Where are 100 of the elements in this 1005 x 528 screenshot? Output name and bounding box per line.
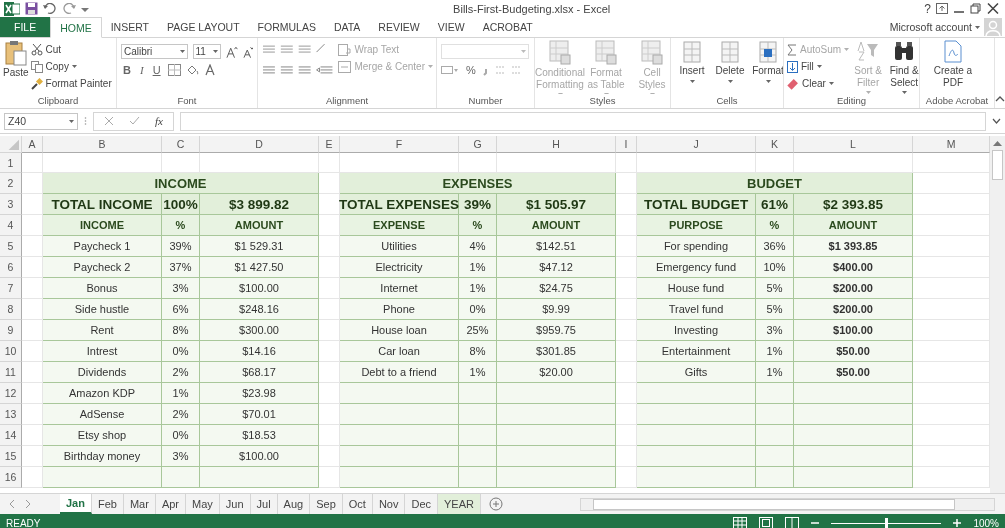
row-header[interactable]: 2 (0, 173, 22, 194)
column-header[interactable]: K (756, 136, 794, 153)
cells-button[interactable]: Insert (674, 40, 710, 77)
row-header[interactable]: 1 (0, 153, 22, 173)
column-header[interactable]: C (162, 136, 200, 153)
caret-icon[interactable] (689, 79, 695, 83)
font-style-button[interactable]: U (150, 64, 163, 76)
currency-icon[interactable] (441, 64, 459, 76)
font-color-icon[interactable] (203, 64, 216, 76)
row-header[interactable]: 16 (0, 467, 22, 488)
row-header[interactable]: 10 (0, 341, 22, 362)
column-header[interactable]: B (43, 136, 162, 153)
caret-icon[interactable] (828, 82, 834, 85)
redo-icon[interactable] (62, 2, 76, 15)
fill-color-icon[interactable] (185, 64, 199, 76)
editing-button[interactable]: Fill (787, 58, 814, 75)
copy-button[interactable]: Copy (30, 58, 69, 75)
ribbon-tab[interactable]: INSERT (101, 17, 158, 37)
caret-icon[interactable] (71, 65, 77, 68)
name-box[interactable]: Z40 (4, 112, 78, 130)
expand-caret-icon[interactable] (992, 118, 1001, 124)
editing-button[interactable]: Clear (787, 75, 826, 92)
scroll-up-icon[interactable] (993, 140, 1002, 146)
shrink-font-icon[interactable] (242, 45, 253, 58)
help-button[interactable]: ? (924, 1, 931, 16)
format-painter-button[interactable]: Format Painter (30, 75, 112, 92)
column-header[interactable]: E (319, 136, 340, 153)
restore-icon[interactable] (970, 3, 982, 14)
zoom-out-icon[interactable] (811, 519, 820, 527)
row-header[interactable]: 12 (0, 383, 22, 404)
cells-button[interactable]: Format (750, 40, 783, 77)
collapse-ribbon-icon[interactable] (995, 96, 1005, 102)
zoom-level[interactable]: 100% (973, 517, 999, 528)
paste-button[interactable]: Paste (3, 40, 29, 79)
save-icon[interactable] (25, 2, 38, 15)
ribbon-tab[interactable]: PAGE LAYOUT (158, 17, 249, 37)
sheet-tab[interactable]: YEAR (438, 494, 481, 514)
undo-icon[interactable] (43, 2, 57, 15)
zoom-in-icon[interactable] (953, 519, 962, 527)
row-header[interactable]: 4 (0, 215, 22, 236)
row-header[interactable]: 15 (0, 446, 22, 467)
account-menu[interactable]: Microsoft account (889, 17, 975, 37)
vertical-scrollbar[interactable] (990, 136, 1005, 493)
close-icon[interactable] (987, 3, 999, 14)
sheet-tab[interactable]: Jan (60, 494, 92, 514)
customize-caret-icon[interactable] (81, 5, 89, 12)
ribbon-tab[interactable]: ACROBAT (473, 17, 542, 37)
row-header[interactable]: 9 (0, 320, 22, 341)
caret-icon[interactable] (816, 65, 822, 68)
cut-button[interactable]: Cut (30, 41, 112, 58)
row-header[interactable]: 14 (0, 425, 22, 446)
column-header[interactable]: H (497, 136, 616, 153)
insert-function-button[interactable]: fx (155, 115, 163, 127)
column-header[interactable]: L (794, 136, 913, 153)
scroll-thumb[interactable] (593, 498, 955, 510)
ribbon-tab[interactable]: REVIEW (369, 17, 429, 37)
enter-check-icon[interactable] (129, 116, 140, 126)
ribbon-display-icon[interactable] (936, 3, 948, 14)
row-header[interactable]: 8 (0, 299, 22, 320)
caret-icon[interactable] (901, 91, 907, 94)
page-break-icon[interactable] (785, 517, 800, 528)
borders-icon[interactable] (167, 64, 181, 76)
font-style-button[interactable]: I (137, 64, 146, 76)
column-header[interactable]: J (637, 136, 756, 153)
scroll-thumb[interactable] (992, 150, 1003, 180)
column-header[interactable]: A (22, 136, 43, 153)
ribbon-tab[interactable]: FORMULAS (248, 17, 325, 37)
row-header[interactable]: 3 (0, 194, 22, 215)
file-tab[interactable]: FILE (0, 17, 51, 37)
editing-button[interactable]: Find & Select (887, 40, 919, 88)
add-sheet-icon[interactable] (489, 497, 503, 511)
create-pdf-button[interactable]: Create a PDF (923, 40, 983, 88)
font-style-button[interactable]: B (121, 64, 133, 76)
row-header[interactable]: 11 (0, 362, 22, 383)
number-format-field[interactable] (441, 44, 529, 59)
normal-view-icon[interactable] (733, 517, 748, 528)
ribbon-tab[interactable]: DATA (324, 17, 370, 37)
caret-icon[interactable] (975, 25, 980, 29)
row-header[interactable]: 6 (0, 257, 22, 278)
column-header[interactable]: G (459, 136, 497, 153)
column-header[interactable]: D (200, 136, 319, 153)
grow-font-icon[interactable] (226, 45, 238, 58)
column-header[interactable]: I (616, 136, 637, 153)
column-header[interactable]: M (913, 136, 990, 153)
cancel-icon[interactable] (104, 116, 114, 126)
font-name-field[interactable]: Calibri (121, 44, 188, 59)
ribbon-tab[interactable]: HOME (50, 17, 102, 38)
row-header[interactable]: 5 (0, 236, 22, 257)
row-header[interactable]: 13 (0, 404, 22, 425)
percent-button[interactable]: % (464, 64, 478, 76)
formula-input[interactable] (179, 111, 986, 131)
row-header[interactable]: 7 (0, 278, 22, 299)
caret-icon[interactable] (727, 79, 733, 83)
column-header[interactable]: F (340, 136, 459, 153)
horizontal-scrollbar[interactable] (580, 497, 995, 511)
page-layout-icon[interactable] (759, 517, 774, 528)
cells-button[interactable]: Delete (712, 40, 748, 77)
ribbon-tab[interactable]: VIEW (428, 17, 474, 37)
excel-logo-icon[interactable] (4, 1, 20, 16)
font-size-field[interactable]: 11 (192, 44, 222, 59)
